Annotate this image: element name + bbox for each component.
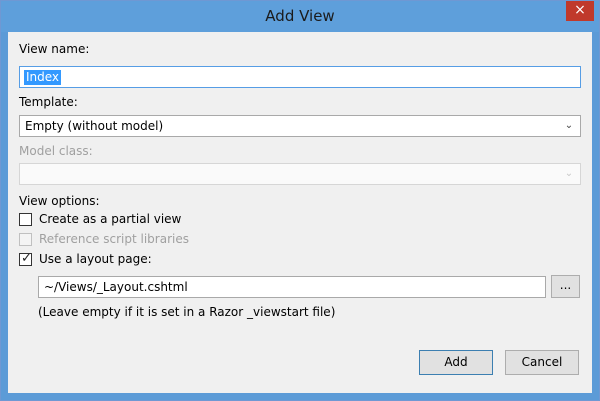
view-name-label: View name: (19, 42, 90, 56)
layout-path-value: ~/Views/_Layout.cshtml (44, 280, 188, 294)
add-button[interactable]: Add (419, 350, 493, 375)
reference-scripts-label: Reference script libraries (39, 232, 189, 246)
browse-button[interactable]: ... (551, 275, 580, 298)
view-options-label: View options: (19, 194, 100, 208)
template-select[interactable]: Empty (without model) ⌄ (19, 115, 581, 137)
chevron-down-icon: ⌄ (564, 168, 574, 179)
layout-page-checkbox[interactable]: ✓ (19, 251, 32, 266)
close-button[interactable]: × (566, 1, 594, 21)
add-view-dialog: Add View × View name: Index Template: Em… (0, 0, 600, 401)
chevron-down-icon: ⌄ (564, 120, 574, 131)
cancel-button[interactable]: Cancel (505, 350, 579, 375)
model-class-select[interactable]: ⌄ (19, 163, 581, 185)
model-class-label: Model class: (19, 144, 93, 158)
title-bar[interactable]: Add View × (1, 1, 599, 32)
close-icon: × (574, 2, 586, 18)
partial-view-label: Create as a partial view (39, 212, 182, 226)
checkmark-icon: ✓ (21, 251, 32, 266)
partial-view-checkbox[interactable] (19, 213, 32, 226)
template-label: Template: (19, 95, 78, 109)
view-name-input[interactable]: Index (19, 66, 581, 88)
template-selected-value: Empty (without model) (25, 119, 164, 133)
layout-path-input[interactable]: ~/Views/_Layout.cshtml (38, 276, 546, 298)
layout-page-label: Use a layout page: (39, 252, 152, 266)
view-name-value: Index (24, 70, 62, 85)
layout-hint-text: (Leave empty if it is set in a Razor _vi… (38, 305, 336, 319)
dialog-content: View name: Index Template: Empty (withou… (8, 32, 592, 393)
window-title: Add View (265, 7, 335, 25)
reference-scripts-checkbox (19, 233, 32, 246)
